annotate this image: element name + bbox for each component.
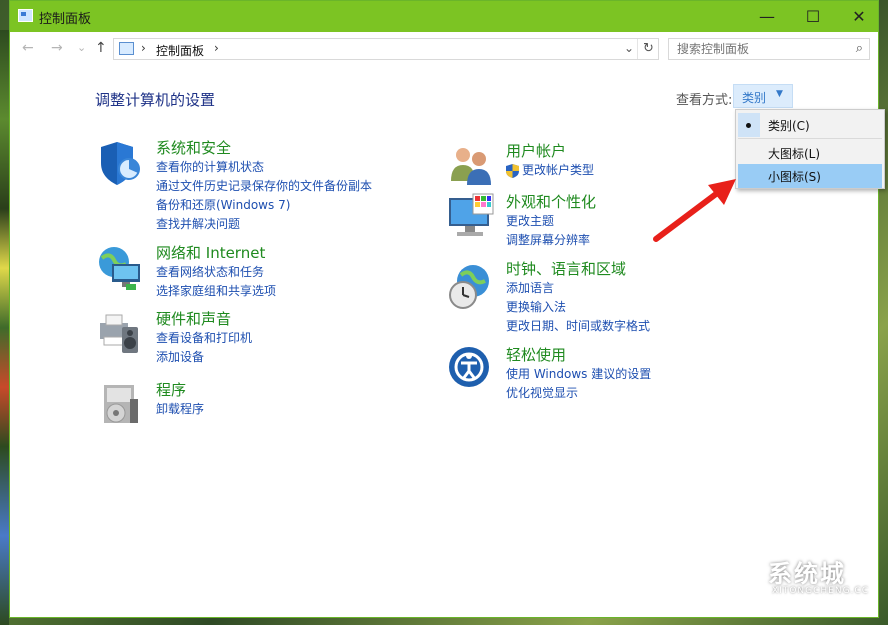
view-by-value: 类别: [742, 91, 767, 105]
address-bar[interactable]: › 控制面板 › ⌄: [113, 38, 659, 60]
window-title: 控制面板: [39, 12, 92, 27]
link-change-account-type[interactable]: 更改帐户类型: [506, 161, 594, 180]
up-arrow-icon[interactable]: ↑: [95, 40, 107, 56]
link-uninstall-program[interactable]: 卸载程序: [156, 400, 204, 419]
link-file-history-backup[interactable]: 通过文件历史记录保存你的文件备份副本: [156, 177, 372, 196]
programs-box-icon[interactable]: [96, 379, 146, 429]
link-optimize-visual-display[interactable]: 优化视觉显示: [506, 384, 651, 403]
network-globe-icon[interactable]: [96, 244, 146, 294]
link-change-theme[interactable]: 更改主题: [506, 212, 596, 231]
selected-dot-icon: [746, 123, 751, 128]
category-ease-of-access: 轻松使用 使用 Windows 建议的设置 优化视觉显示: [506, 345, 651, 403]
category-title[interactable]: 用户帐户: [506, 141, 594, 161]
breadcrumb-separator-icon: ›: [141, 41, 146, 55]
red-annotation-arrow-icon: [653, 179, 736, 242]
category-programs: 程序 卸载程序: [156, 380, 204, 419]
close-button[interactable]: ✕: [836, 1, 882, 32]
menu-separator: [738, 138, 882, 139]
xitongcheng-watermark-logo: 系统城 XITONGCHENG.CC: [728, 548, 878, 608]
menu-item-category[interactable]: 类别(C): [736, 113, 884, 137]
breadcrumb-separator-icon[interactable]: ›: [214, 41, 219, 55]
address-dropdown-chevron-icon[interactable]: ⌄: [624, 41, 634, 55]
category-title[interactable]: 系统和安全: [156, 138, 372, 158]
search-input[interactable]: [669, 39, 853, 59]
link-label: 更改帐户类型: [522, 163, 595, 177]
back-arrow-icon[interactable]: ←: [22, 40, 34, 56]
minimize-button[interactable]: —: [744, 1, 790, 32]
breadcrumb-control-panel[interactable]: 控制面板: [156, 42, 204, 59]
appearance-monitor-icon[interactable]: [447, 192, 497, 242]
category-hardware-sound: 硬件和声音 查看设备和打印机 添加设备: [156, 309, 252, 367]
category-title[interactable]: 硬件和声音: [156, 309, 252, 329]
link-network-status[interactable]: 查看网络状态和任务: [156, 263, 276, 282]
desktop-background-strip: [0, 30, 9, 625]
menu-item-small-icons[interactable]: 小图标(S): [738, 164, 882, 188]
category-clock-language-region: 时钟、语言和区域 添加语言 更换输入法 更改日期、时间或数字格式: [506, 259, 650, 336]
link-add-language[interactable]: 添加语言: [506, 279, 650, 298]
search-box[interactable]: ⌕: [668, 38, 870, 60]
control-panel-window: 控制面板 — ☐ ✕ ← → ⌄ ↑ › 控制面板 › ⌄ ↻ ⌕ 调整计算机的…: [9, 0, 885, 618]
dropdown-arrow-icon: ▼: [776, 89, 783, 99]
category-network-internet: 网络和 Internet 查看网络状态和任务 选择家庭组和共享选项: [156, 243, 276, 301]
system-security-shield-icon[interactable]: [97, 139, 147, 189]
link-view-computer-status[interactable]: 查看你的计算机状态: [156, 158, 372, 177]
view-by-dropdown[interactable]: 类别 ▼: [733, 84, 793, 108]
page-title: 调整计算机的设置: [95, 91, 216, 109]
title-bar[interactable]: 控制面板 — ☐ ✕: [10, 1, 878, 32]
category-system-security: 系统和安全 查看你的计算机状态 通过文件历史记录保存你的文件备份副本 备份和还原…: [156, 138, 372, 234]
category-user-accounts: 用户帐户 更改帐户类型: [506, 141, 594, 180]
link-troubleshoot[interactable]: 查找并解决问题: [156, 215, 372, 234]
link-add-device[interactable]: 添加设备: [156, 348, 252, 367]
link-change-date-time-format[interactable]: 更改日期、时间或数字格式: [506, 317, 650, 336]
watermark-subtext: XITONGCHENG.CC: [772, 586, 869, 596]
search-icon[interactable]: ⌕: [856, 41, 863, 56]
forward-arrow-icon[interactable]: →: [51, 40, 63, 56]
menu-item-label: 大图标(L): [768, 147, 821, 161]
ease-of-access-icon[interactable]: [447, 345, 497, 395]
link-backup-restore[interactable]: 备份和还原(Windows 7): [156, 196, 372, 215]
refresh-icon[interactable]: ↻: [637, 39, 659, 59]
category-title[interactable]: 程序: [156, 380, 204, 400]
menu-item-large-icons[interactable]: 大图标(L): [736, 141, 884, 165]
category-title[interactable]: 网络和 Internet: [156, 243, 276, 263]
control-panel-icon: [119, 42, 134, 55]
category-title[interactable]: 轻松使用: [506, 345, 651, 365]
link-adjust-resolution[interactable]: 调整屏幕分辨率: [506, 231, 596, 250]
uac-shield-icon: [506, 164, 519, 178]
link-windows-recommended-settings[interactable]: 使用 Windows 建议的设置: [506, 365, 651, 384]
category-title[interactable]: 外观和个性化: [506, 192, 596, 212]
maximize-button[interactable]: ☐: [790, 1, 836, 32]
link-change-input-method[interactable]: 更换输入法: [506, 298, 650, 317]
link-homegroup-sharing[interactable]: 选择家庭组和共享选项: [156, 282, 276, 301]
printer-speaker-icon[interactable]: [96, 309, 146, 359]
user-accounts-icon[interactable]: [447, 141, 497, 191]
view-by-label: 查看方式:: [676, 93, 733, 108]
view-by-menu: 类别(C) 大图标(L) 小图标(S): [735, 109, 885, 189]
menu-item-label: 小图标(S): [768, 170, 821, 184]
category-title[interactable]: 时钟、语言和区域: [506, 259, 650, 279]
link-devices-printers[interactable]: 查看设备和打印机: [156, 329, 252, 348]
category-appearance-personalization: 外观和个性化 更改主题 调整屏幕分辨率: [506, 192, 596, 250]
watermark-text: 系统城: [768, 560, 846, 588]
recent-locations-chevron-icon[interactable]: ⌄: [77, 41, 86, 54]
navigation-bar: ← → ⌄ ↑ › 控制面板 › ⌄ ↻ ⌕: [10, 32, 878, 64]
clock-globe-icon[interactable]: [447, 263, 497, 313]
menu-item-label: 类别(C): [768, 119, 810, 133]
control-panel-icon: [18, 9, 33, 22]
